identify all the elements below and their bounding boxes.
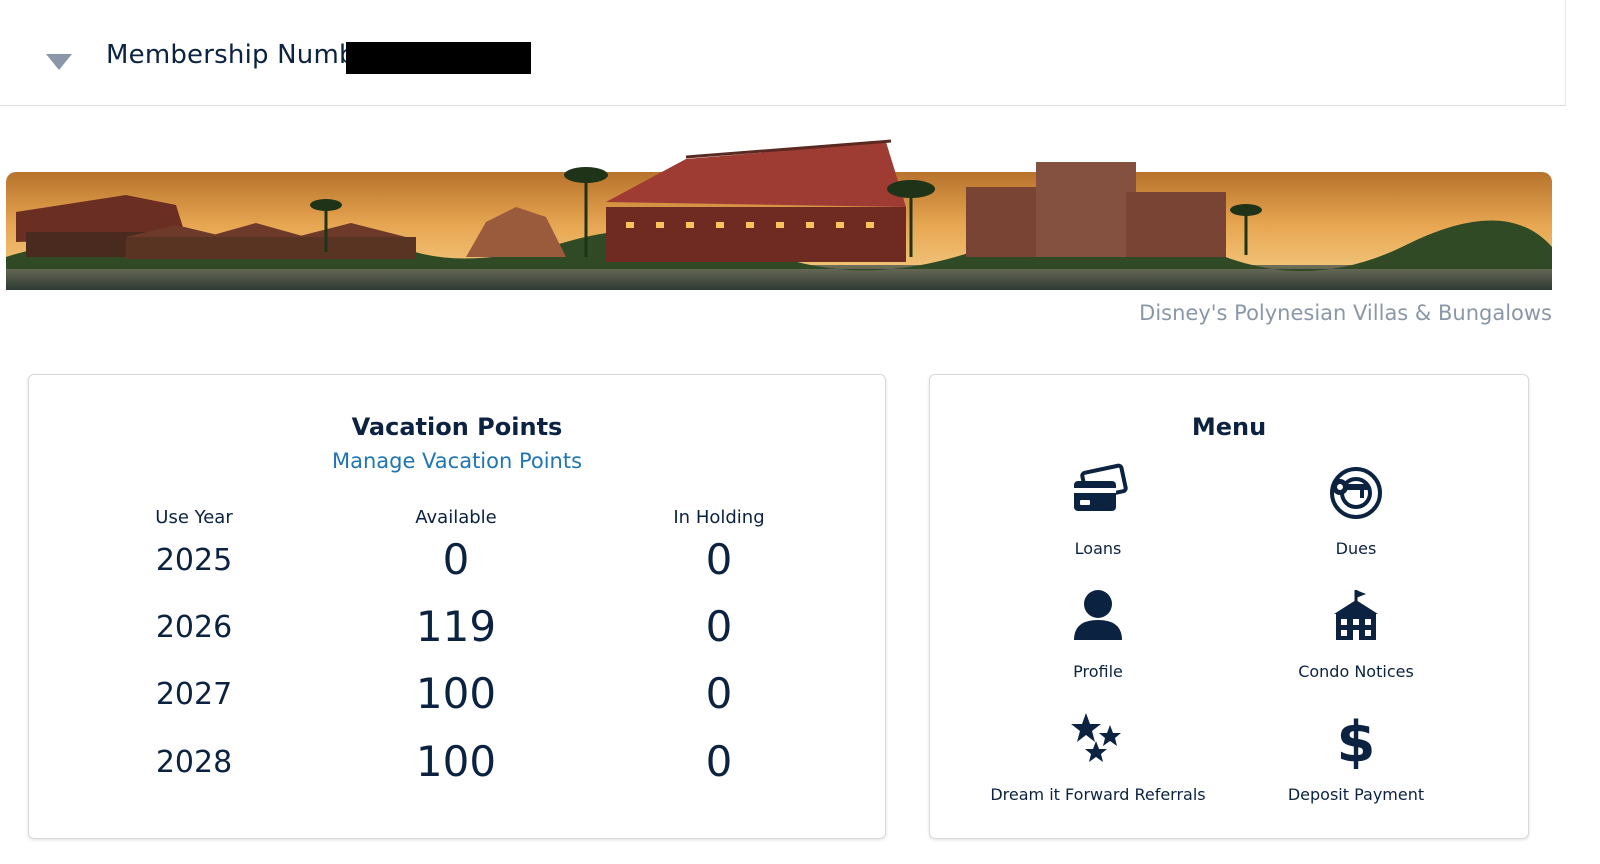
table-row: 2028 100 0 (29, 737, 885, 797)
key-wifi-icon (1330, 467, 1382, 519)
menu-item-dream-it-forward-referrals[interactable]: Dream it Forward Referrals (968, 709, 1228, 819)
use-year-value: 2027 (155, 677, 233, 712)
svg-text:$: $ (1337, 710, 1376, 769)
available-points-value: 100 (415, 737, 497, 786)
menu-item-label: Dues (1335, 539, 1377, 558)
menu-item-loans[interactable]: Loans (968, 463, 1228, 573)
resort-banner-image (6, 139, 1552, 290)
available-points-value: 119 (415, 602, 497, 651)
menu-item-label: Condo Notices (1298, 662, 1414, 681)
column-header-available: Available (415, 507, 497, 528)
membership-number-redacted (346, 42, 531, 74)
manage-vacation-points-link[interactable]: Manage Vacation Points (29, 449, 885, 473)
menu-title: Menu (1191, 413, 1267, 441)
in-holding-value: 0 (705, 737, 733, 786)
use-year-value: 2026 (155, 610, 233, 645)
person-icon (1074, 590, 1122, 640)
use-year-value: 2028 (155, 745, 233, 780)
menu-item-condo-notices[interactable]: Condo Notices (1226, 586, 1486, 696)
use-year-value: 2025 (155, 543, 233, 578)
vacation-points-card: Vacation Points Manage Vacation Points U… (28, 374, 886, 839)
building-icon (1334, 590, 1378, 640)
vacation-points-title: Vacation Points (351, 413, 563, 441)
table-row: 2027 100 0 (29, 669, 885, 729)
resort-caption: Disney's Polynesian Villas & Bungalows (1139, 301, 1552, 325)
in-holding-value: 0 (705, 602, 733, 651)
top-header: Membership Number: (0, 0, 1566, 106)
chevron-down-icon[interactable] (44, 48, 74, 72)
menu-item-label: Loans (1074, 539, 1122, 558)
menu-item-label: Deposit Payment (1287, 785, 1425, 804)
menu-item-dues[interactable]: Dues (1226, 463, 1486, 573)
table-row: 2026 119 0 (29, 602, 885, 662)
stars-icon (1071, 713, 1121, 762)
menu-item-label: Profile (1073, 662, 1123, 681)
column-header-in-holding: In Holding (673, 507, 765, 528)
available-points-value: 100 (415, 669, 497, 718)
menu-item-label: Dream it Forward Referrals (990, 785, 1206, 804)
in-holding-value: 0 (705, 535, 733, 584)
available-points-value: 0 (442, 535, 470, 584)
menu-card: Menu Loans Dues Profile Condo Notices Dr… (929, 374, 1529, 839)
table-row: 2025 0 0 (29, 535, 885, 595)
menu-item-deposit-payment[interactable]: $ Deposit Payment (1226, 709, 1486, 819)
column-header-use-year: Use Year (155, 507, 233, 528)
credit-card-icon (1074, 463, 1128, 511)
dollar-icon: $ (1337, 710, 1376, 769)
in-holding-value: 0 (705, 669, 733, 718)
menu-item-profile[interactable]: Profile (968, 586, 1228, 696)
